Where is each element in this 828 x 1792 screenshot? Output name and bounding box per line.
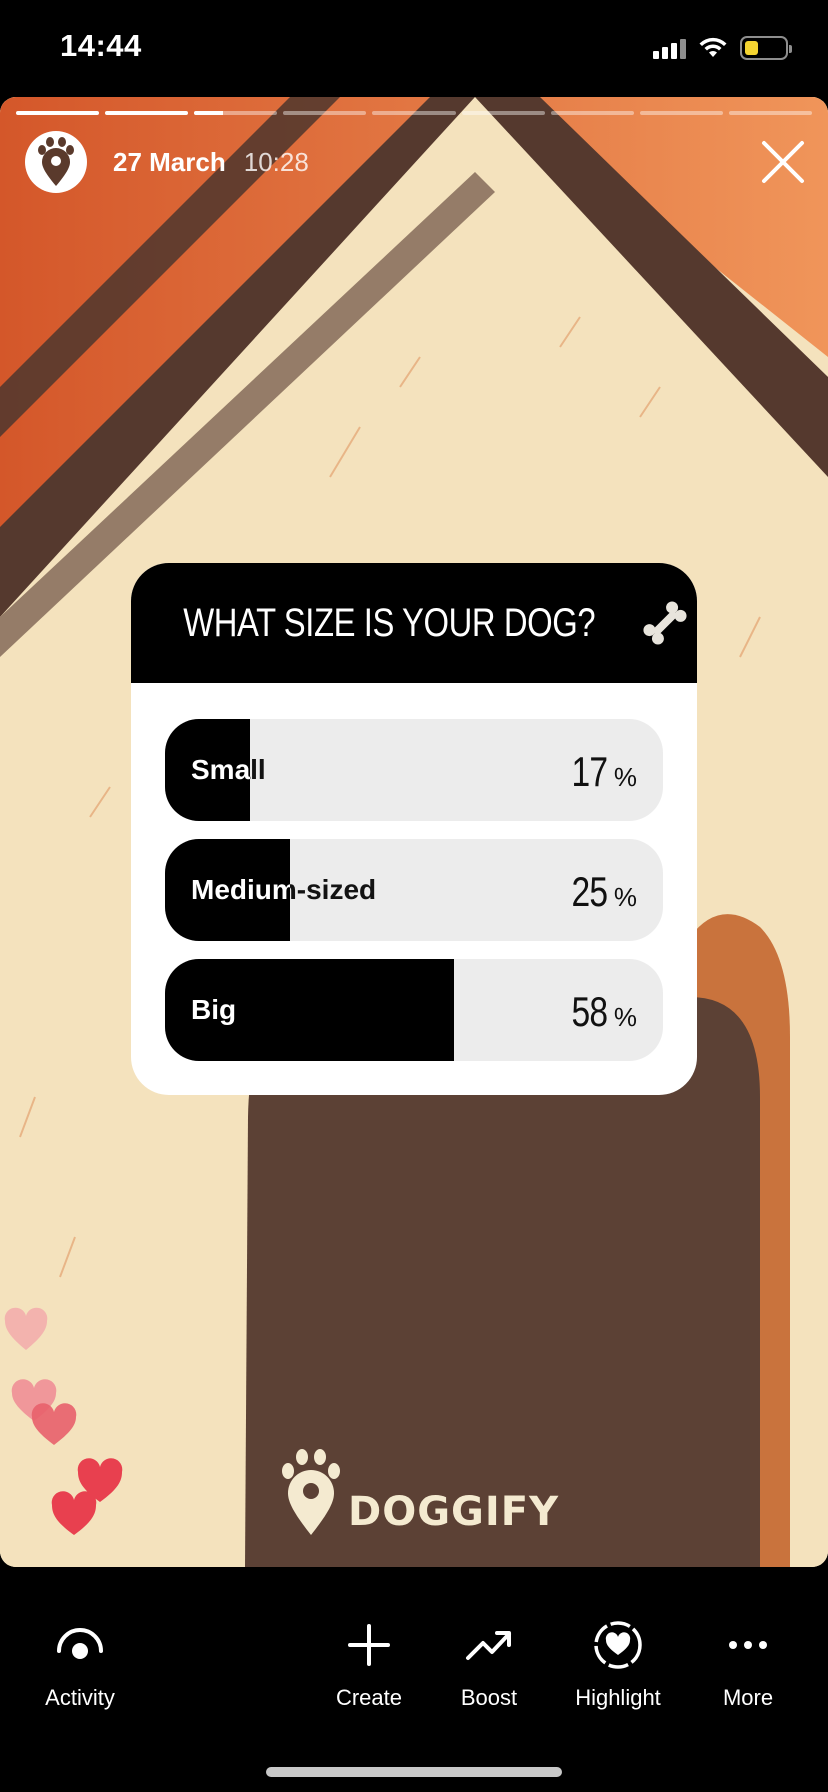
progress-segment — [550, 111, 634, 115]
home-indicator — [266, 1767, 562, 1777]
more-dots-icon — [729, 1641, 767, 1649]
progress-segment — [461, 111, 545, 115]
status-bar: 14:44 — [0, 0, 828, 98]
status-icons — [653, 36, 792, 60]
plus-icon — [348, 1624, 390, 1666]
status-time: 14:44 — [60, 28, 142, 63]
reaction-hearts — [4, 1307, 123, 1535]
poll-option-label: Big — [191, 994, 237, 1025]
progress-segment — [194, 111, 278, 115]
highlight-button[interactable]: Highlight — [558, 1619, 678, 1711]
boost-button[interactable]: Boost — [429, 1619, 549, 1711]
heart-icon — [31, 1403, 77, 1445]
progress-segment — [639, 111, 723, 115]
poll-option-percent: 58% — [567, 959, 637, 1061]
progress-segment — [372, 111, 456, 115]
activity-eye-icon — [57, 1628, 103, 1659]
close-icon[interactable] — [760, 139, 806, 185]
boost-label: Boost — [460, 1685, 518, 1710]
logo-text: DOGGIFY — [348, 1489, 560, 1535]
highlight-heart-icon — [594, 1621, 642, 1669]
trend-up-icon — [466, 1631, 511, 1660]
wifi-icon — [699, 37, 727, 57]
bone-icon — [643, 601, 687, 645]
story-action-bar: Activity Create Boost Highlight More — [0, 1567, 828, 1792]
poll-option-percent: 25% — [567, 839, 637, 941]
create-label: Create — [335, 1685, 403, 1710]
poll-option[interactable]: Big 58% — [165, 959, 663, 1061]
battery-icon — [740, 36, 792, 60]
poll-question: WHAT SIZE IS YOUR DOG? — [182, 600, 595, 645]
create-button[interactable]: Create — [309, 1619, 429, 1711]
poll-option[interactable]: Medium-sized 25% — [165, 839, 663, 941]
more-label: More — [722, 1685, 774, 1710]
percent-sign: % — [613, 882, 637, 912]
poll-option[interactable]: Small 17% — [165, 719, 663, 821]
percent-sign: % — [613, 1002, 637, 1032]
percent-value: 58 — [571, 988, 609, 1035]
percent-sign: % — [613, 762, 637, 792]
poll-option-label: Medium-sized — [191, 874, 377, 905]
percent-value: 17 — [571, 748, 609, 795]
progress-segment — [728, 111, 812, 115]
activity-button[interactable]: Activity — [20, 1619, 140, 1711]
poll-options: Small 17% Medium-sized 25% Big 58% — [165, 719, 663, 1079]
story-time: 10:28 — [243, 146, 309, 177]
poll-header: WHAT SIZE IS YOUR DOG? — [131, 563, 697, 683]
paw-pin-icon — [282, 1449, 340, 1535]
more-button[interactable]: More — [688, 1619, 808, 1711]
progress-segment — [283, 111, 367, 115]
percent-value: 25 — [571, 868, 609, 915]
cellular-signal-icon — [653, 37, 686, 59]
poll-sticker: WHAT SIZE IS YOUR DOG? Small 17% Medium-si… — [131, 563, 697, 1095]
doggify-logo: DOGGIFY — [278, 1447, 559, 1537]
story-viewer[interactable]: 27 March 10:28 WHAT SIZE IS YOUR DOG? Sm… — [0, 97, 828, 1567]
poll-option-label: Small — [191, 754, 266, 785]
poll-option-percent: 17% — [567, 719, 637, 821]
highlight-label: Highlight — [575, 1685, 661, 1710]
heart-icon — [51, 1491, 97, 1535]
heart-icon — [4, 1307, 48, 1350]
activity-label: Activity — [45, 1685, 115, 1710]
